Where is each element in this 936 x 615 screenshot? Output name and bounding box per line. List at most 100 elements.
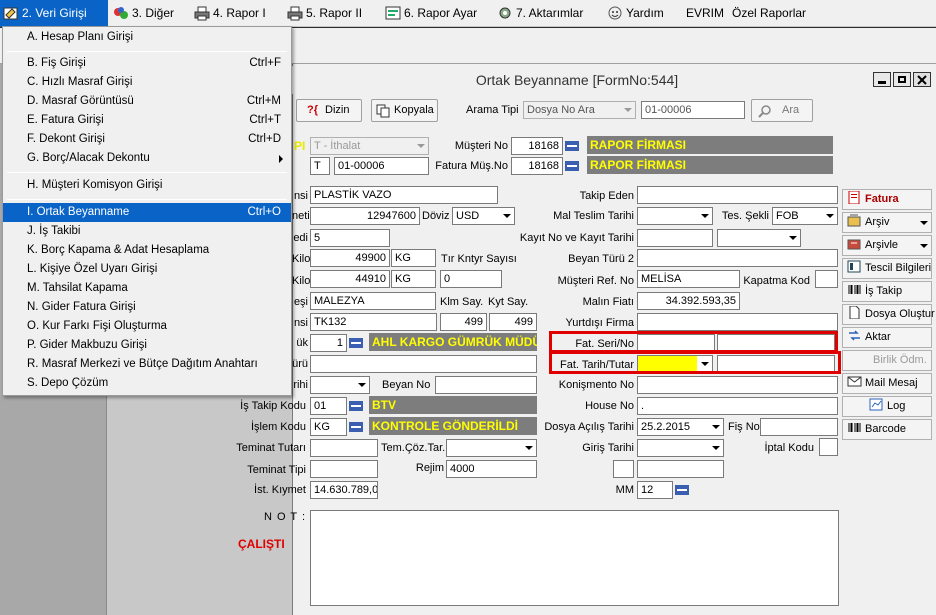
- tem-coz-tar-select[interactable]: [446, 439, 537, 457]
- log-button[interactable]: Log: [842, 396, 932, 417]
- menu-item-tahsilat-kapama[interactable]: M. Tahsilat Kapama: [3, 279, 291, 298]
- rejim-input[interactable]: 4000: [446, 460, 537, 478]
- menu-item-fatura-girisi[interactable]: E. Fatura Girişi Ctrl+T: [3, 111, 291, 130]
- beyan-tarihi-select[interactable]: [310, 376, 370, 394]
- ara-button[interactable]: Ara: [751, 99, 813, 122]
- menu-item-musteri-komisyon[interactable]: H. Müşteri Komisyon Girişi: [3, 176, 291, 195]
- lookup-icon[interactable]: [348, 420, 364, 434]
- esya-input[interactable]: PLASTİK VAZO: [310, 186, 498, 204]
- menu-item-masraf-goruntusu[interactable]: D. Masraf Görüntüsü Ctrl+M: [3, 92, 291, 111]
- arama-tipi-select[interactable]: Dosya No Ara: [523, 101, 636, 119]
- brut-kilo-input[interactable]: 49900: [310, 249, 390, 267]
- menu-item-dekont-girisi[interactable]: F. Dekont Girişi Ctrl+D: [3, 130, 291, 149]
- is-takip-button[interactable]: İş Takip: [842, 281, 932, 302]
- malin-fiati-input[interactable]: 34.392.593,35: [637, 292, 740, 310]
- menu-rapor-2[interactable]: 5. Rapor II: [284, 0, 362, 27]
- tescil-bilgileri-button[interactable]: Tescil Bilgileri: [842, 258, 932, 279]
- net-kilo-input[interactable]: 44910: [310, 270, 390, 288]
- close-button[interactable]: [913, 72, 931, 87]
- gumruk-no-input[interactable]: 1: [310, 334, 347, 352]
- ist-kiymet-input[interactable]: 14.630.789,0: [310, 481, 378, 499]
- islem-kodu-input[interactable]: KG: [310, 418, 347, 436]
- teminat-tipi-input[interactable]: [310, 460, 378, 478]
- kopyala-button[interactable]: Kopyala: [371, 99, 438, 122]
- beyan-no-input[interactable]: [435, 376, 537, 394]
- musteri-ref-input[interactable]: MELİSA: [637, 270, 740, 288]
- dizin-button[interactable]: ?{ Dizin: [296, 99, 362, 122]
- lookup-icon[interactable]: [564, 159, 580, 173]
- menu-item-hesap-plani[interactable]: A. Hesap Planı Girişi: [3, 28, 291, 47]
- arsivle-button[interactable]: Arşivle: [842, 235, 932, 256]
- maximize-button[interactable]: [893, 72, 911, 87]
- kyt-say-input[interactable]: 499: [489, 313, 537, 331]
- barcode-button[interactable]: Barcode: [842, 419, 932, 440]
- mail-mesaj-button[interactable]: Mail Mesaj: [842, 373, 932, 394]
- menu-rapor-ayar[interactable]: 6. Rapor Ayar: [382, 0, 477, 27]
- menu-ozel-raporlar[interactable]: Özel Raporlar: [728, 0, 806, 27]
- menu-item-is-takibi[interactable]: J. İş Takibi: [3, 222, 291, 241]
- lookup-icon[interactable]: [348, 336, 364, 350]
- kiymet-input[interactable]: 12947600: [310, 207, 420, 225]
- menu-rapor-1[interactable]: 4. Rapor I: [191, 0, 266, 27]
- lookup-icon[interactable]: [674, 483, 690, 497]
- menu-item-kisiye-ozel-uyari[interactable]: L. Kişiye Özel Uyarı Girişi: [3, 260, 291, 279]
- kayit-tarihi-select[interactable]: [717, 229, 801, 247]
- menu-aktarimlar[interactable]: 7. Aktarımlar: [494, 0, 583, 27]
- iptal-kodu-input[interactable]: [819, 438, 838, 456]
- mm-input[interactable]: 12: [637, 481, 673, 499]
- menu-item-masraf-merkezi[interactable]: R. Masraf Merkezi ve Bütçe Dağıtım Anaht…: [3, 355, 291, 374]
- doviz-select[interactable]: USD: [452, 207, 515, 225]
- arsiv-button[interactable]: Arşiv: [842, 212, 932, 233]
- menu-item-gider-makbuzu[interactable]: P. Gider Makbuzu Girişi: [3, 336, 291, 355]
- beyanname-type-select[interactable]: T - İthalat: [310, 137, 429, 155]
- house-no-input[interactable]: .: [637, 397, 838, 415]
- beyan-turu-2-input[interactable]: [637, 249, 838, 267]
- lookup-icon[interactable]: [564, 139, 580, 153]
- kayit-no-input[interactable]: [637, 229, 713, 247]
- menu-veri-girisi[interactable]: 2. Veri Girişi: [0, 0, 108, 27]
- menu-item-borc-kapama[interactable]: K. Borç Kapama & Adat Hesaplama: [3, 241, 291, 260]
- menu-item-ortak-beyanname[interactable]: I. Ortak Beyanname Ctrl+O: [3, 203, 291, 222]
- is-takip-kodu-input[interactable]: 01: [310, 397, 347, 415]
- t-input[interactable]: T: [310, 157, 330, 175]
- menu-item-borc-alacak[interactable]: G. Borç/Alacak Dekontu: [3, 149, 291, 168]
- klm-say-input[interactable]: 499: [440, 313, 487, 331]
- menu-evrim[interactable]: EVRIM: [682, 0, 724, 27]
- musteri-no-input[interactable]: 18168: [511, 137, 563, 155]
- dosya-olustur-button[interactable]: Dosya Oluştur: [842, 304, 935, 325]
- menu-diger[interactable]: 3. Diğer: [110, 0, 174, 27]
- menu-item-gider-fatura[interactable]: N. Gider Fatura Girişi: [3, 298, 291, 317]
- ulke-input[interactable]: MALEZYA: [310, 292, 436, 310]
- fatura-button[interactable]: Fatura: [842, 189, 932, 210]
- fis-no-input[interactable]: [760, 418, 838, 436]
- beyan-turu-input[interactable]: [310, 355, 537, 373]
- small-flag-input[interactable]: [613, 460, 634, 478]
- tasit-input[interactable]: TK132: [310, 313, 437, 331]
- menu-item-hizli-masraf[interactable]: C. Hızlı Masraf Girişi: [3, 73, 291, 92]
- tir-input[interactable]: 0: [440, 270, 502, 288]
- search-input[interactable]: 01-00006: [641, 101, 745, 119]
- kapatma-kod-input[interactable]: [815, 270, 838, 288]
- minimize-button[interactable]: [873, 72, 891, 87]
- konismento-input[interactable]: [637, 376, 838, 394]
- net-unit-input[interactable]: KG: [391, 270, 436, 288]
- menu-item-fis-girisi[interactable]: B. Fiş Girişi Ctrl+F: [3, 54, 291, 73]
- birlik-odm-button[interactable]: Birlik Ödm.: [842, 350, 932, 371]
- teminat-tutari-input[interactable]: [310, 439, 378, 457]
- yurtdisi-firma-input[interactable]: [637, 313, 838, 331]
- menu-yardim[interactable]: Yardım: [604, 0, 664, 27]
- fatura-mus-input[interactable]: 18168: [511, 157, 563, 175]
- lookup-icon[interactable]: [348, 399, 364, 413]
- takip-eden-input[interactable]: [637, 186, 838, 204]
- menu-item-depo-cozum[interactable]: S. Depo Çözüm: [3, 374, 291, 393]
- dosya-acilis-select[interactable]: 25.2.2015: [637, 418, 724, 436]
- file-no-input[interactable]: 01-00006: [334, 157, 429, 175]
- menu-item-kur-farki[interactable]: O. Kur Farkı Fişi Oluşturma: [3, 317, 291, 336]
- giris-tarihi-select[interactable]: [637, 439, 724, 457]
- brut-unit-input[interactable]: KG: [391, 249, 436, 267]
- mal-teslim-select[interactable]: [637, 207, 713, 225]
- extra-date-input[interactable]: [637, 460, 724, 478]
- tes-sekli-select[interactable]: FOB: [772, 207, 838, 225]
- adedi-input[interactable]: 5: [310, 229, 390, 247]
- aktar-button[interactable]: Aktar: [842, 327, 932, 348]
